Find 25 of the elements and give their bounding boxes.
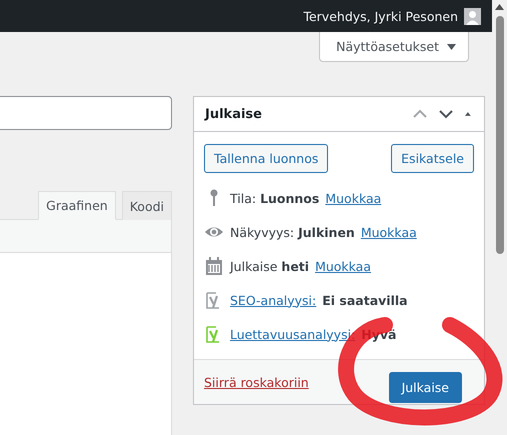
panel-title: Julkaise — [205, 106, 263, 122]
edit-link[interactable]: Muokkaa — [315, 258, 371, 274]
save-draft-button[interactable]: Tallenna luonnos — [204, 144, 328, 173]
setting-text: Näkyvyys: Julkinen — [230, 224, 355, 240]
chevron-down-icon[interactable] — [439, 109, 453, 119]
greeting-text[interactable]: Tervehdys, Jyrki Pesonen — [303, 8, 458, 24]
avatar-icon[interactable] — [464, 8, 481, 24]
setting-text: Tila: Luonnos — [230, 190, 320, 206]
scroll-up-icon[interactable] — [495, 4, 504, 10]
screen-options-button[interactable]: Näyttöasetukset — [319, 32, 469, 62]
publish-button[interactable]: Julkaise — [388, 372, 462, 402]
editor-tab[interactable]: Graafinen — [38, 191, 116, 220]
scrollbar-thumb[interactable] — [496, 16, 504, 254]
analysis-result: Ei saatavilla — [322, 292, 408, 308]
calendar-icon — [204, 256, 224, 276]
chevron-up-icon[interactable] — [413, 109, 427, 119]
title-field[interactable] — [0, 96, 172, 130]
edit-link[interactable]: Muokkaa — [360, 224, 417, 240]
preview-button[interactable]: Esikatsele — [391, 144, 474, 173]
analysis-link[interactable]: SEO-analyysi: — [230, 292, 316, 308]
edit-link[interactable]: Muokkaa — [325, 190, 382, 206]
caret-icon — [447, 44, 456, 50]
setting-text: Julkaise heti — [230, 258, 310, 274]
trash-link[interactable]: Siirrä roskakoriin — [204, 374, 309, 390]
editor-tab[interactable]: Koodi — [122, 191, 172, 220]
